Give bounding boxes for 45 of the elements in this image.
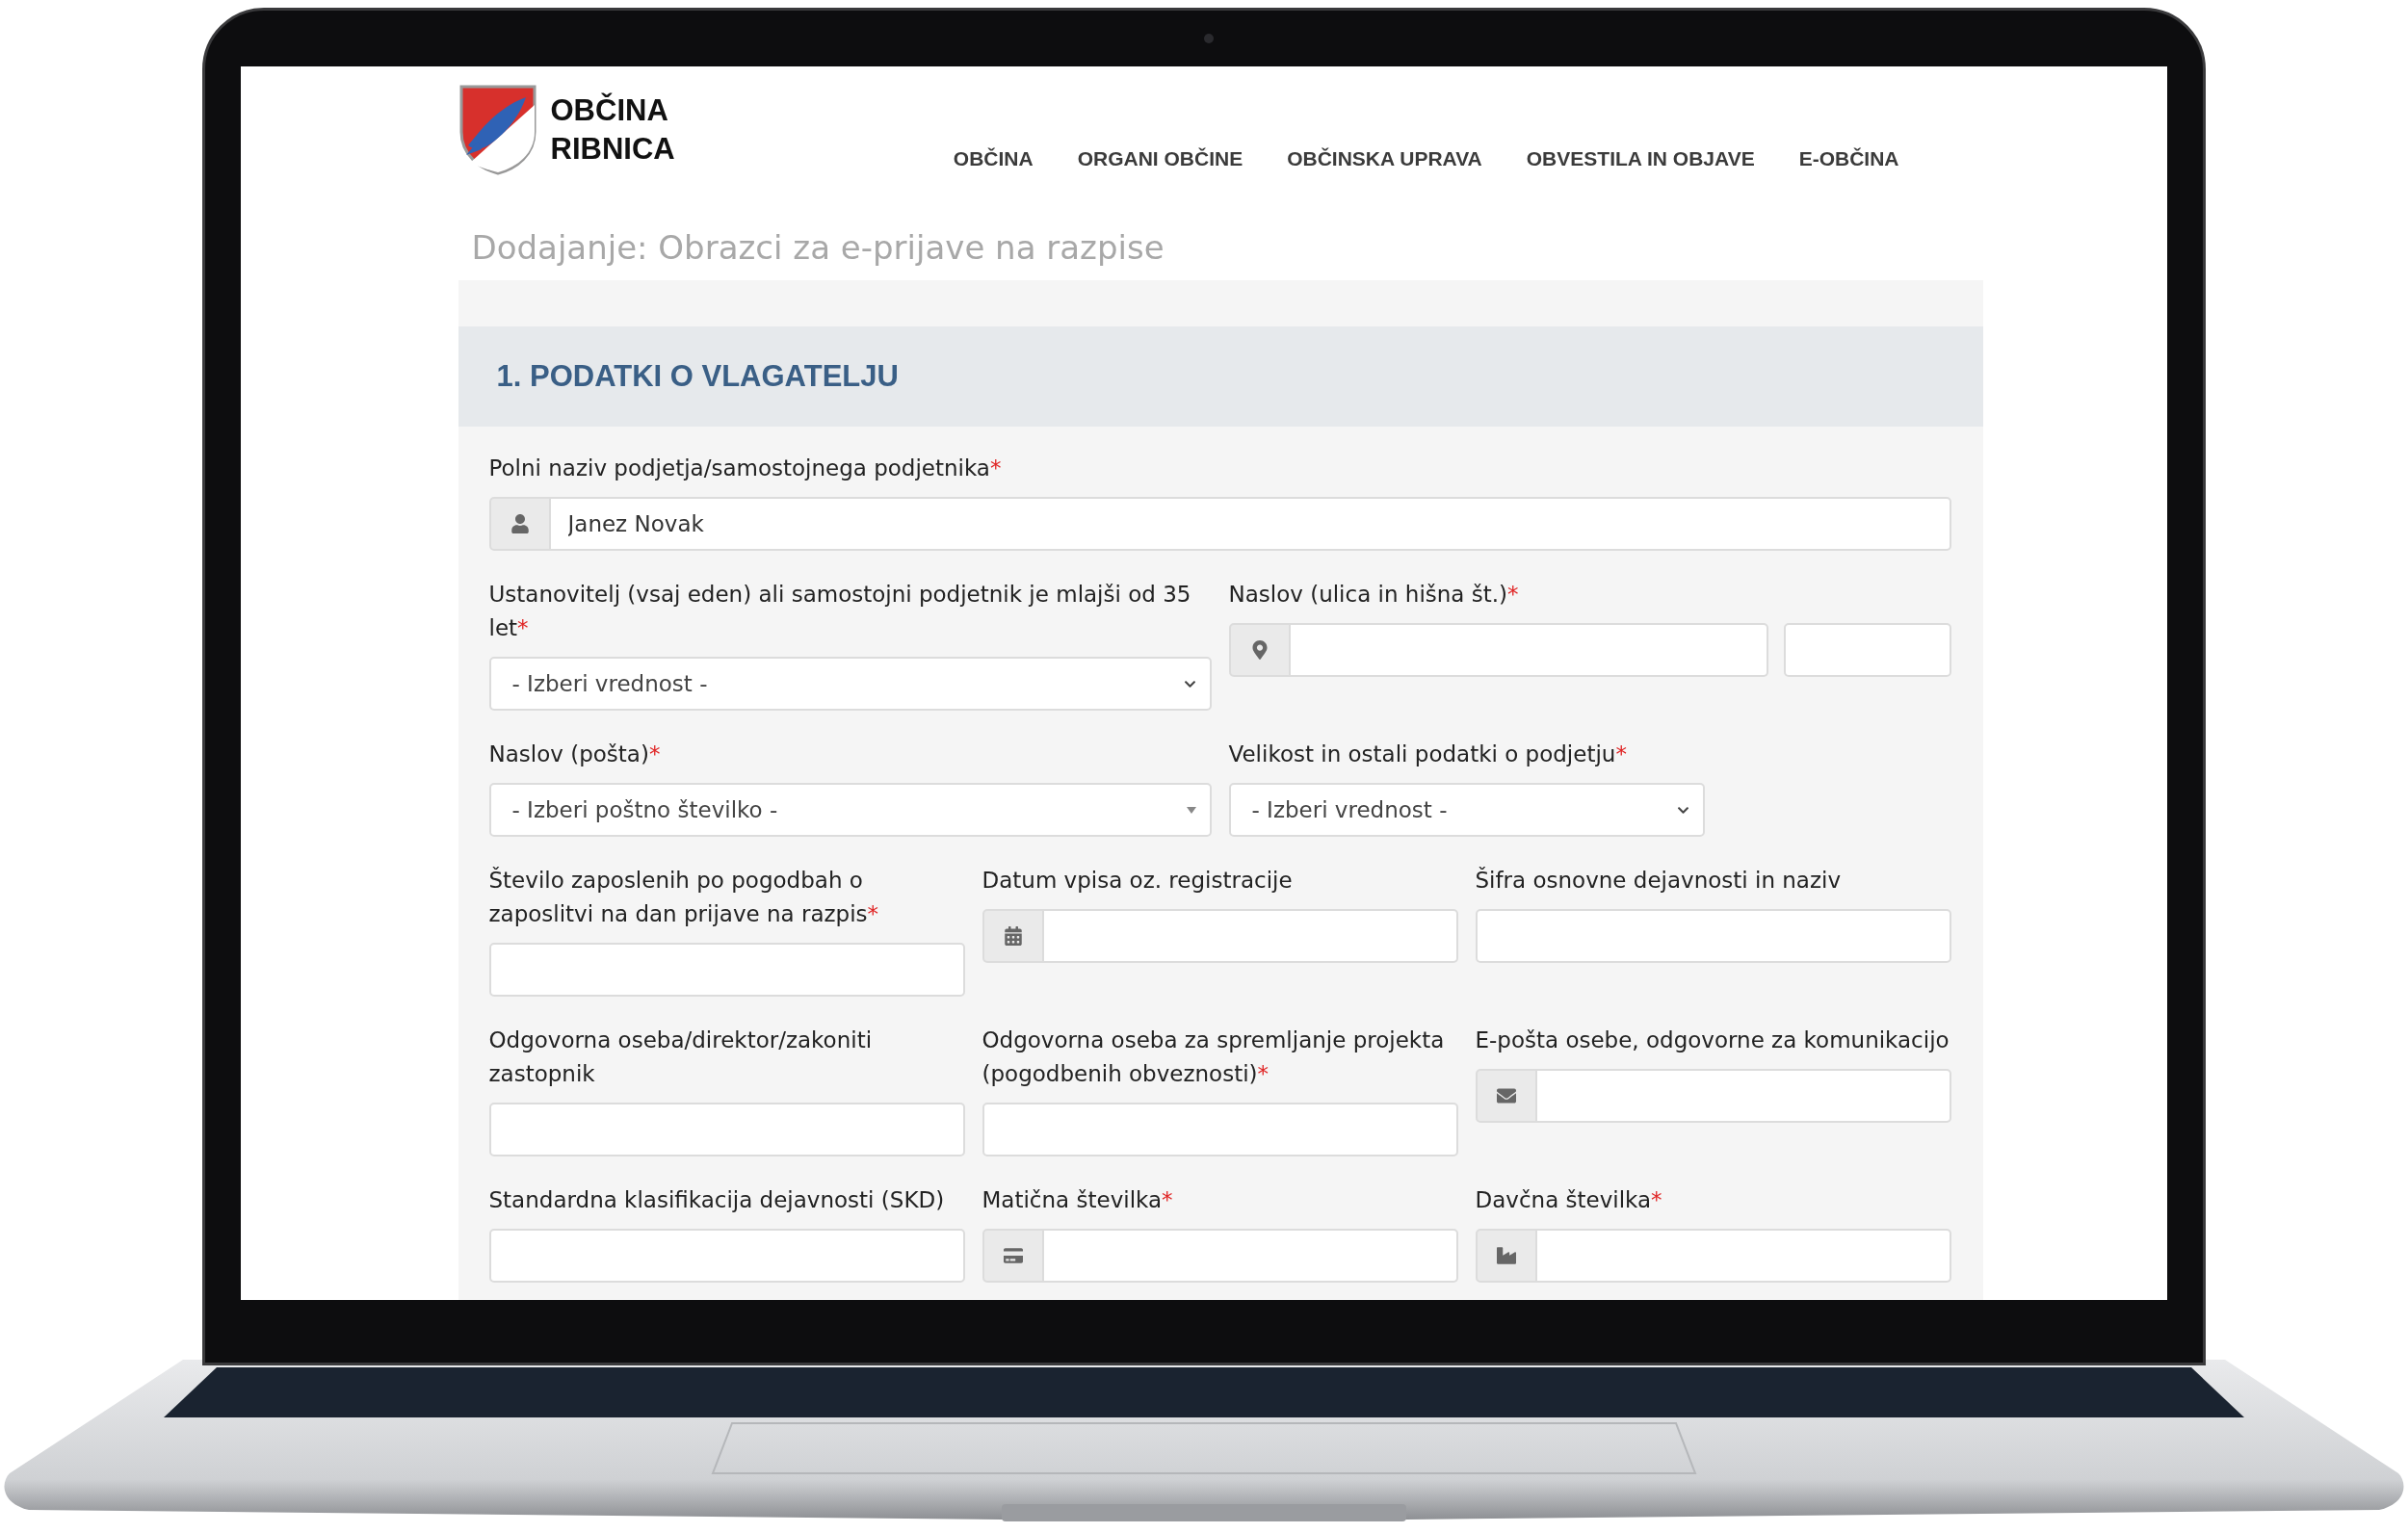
text-input[interactable] [982,1103,1458,1156]
field-label: Matična številka* [982,1186,1174,1214]
field-label: Standardna klasifikacija dejavnosti (SKD) [488,1186,946,1214]
nav-link[interactable]: OBČINSKA UPRAVA [1287,147,1482,170]
field-label: Število zaposlenih po pogodbah o zaposlitvi na dan prijave na razpis* [488,866,880,928]
field-label: Polni naziv podjetja/samostojnega podjetnika* [488,455,1003,482]
field-label: Ustanovitelj (vsaj eden) ali samostojni podjetnik je mlajši od 35 let* [488,581,1192,642]
text-input[interactable] [1290,623,1768,677]
select-field[interactable]: - Izberi vrednost - [488,657,1212,711]
calendar-icon [1003,926,1023,946]
person-icon [510,514,530,533]
field-label: Šifra osnovne dejavnosti in naziv [1475,866,1843,895]
field-label: Odgovorna oseba za spremljanje projekta (pogodbenih obveznosti)* [982,1026,1446,1088]
select-field[interactable]: - Izberi poštno številko - [488,783,1212,837]
field-label: Davčna številka* [1475,1186,1663,1214]
nav-link[interactable]: OBČINA [953,147,1034,170]
nav-link[interactable]: E-OBČINA [1798,147,1899,170]
field-label: Naslov (pošta)* [488,741,662,768]
envelope-icon [1496,1086,1516,1105]
field-label: Odgovorna oseba/direktor/zakoniti zastopnik [488,1026,874,1088]
text-input[interactable] [1783,623,1951,677]
text-input[interactable] [1536,1229,1951,1283]
field-label: Datum vpisa oz. registracije [982,867,1294,895]
logo-text: OBČINA RIBNICA [550,91,675,168]
select-field[interactable]: - Izberi vrednost - [1228,783,1705,837]
nav-link[interactable]: OBVESTILA IN OBJAVE [1526,147,1755,170]
text-input[interactable] [1475,909,1951,963]
map-pin-icon [1249,640,1269,660]
card-icon [1003,1246,1023,1265]
page-title: Dodajanje: Obrazci za e-prijave na razpise [470,227,1165,269]
text-input[interactable] [1536,1069,1951,1123]
text-input[interactable] [488,943,965,997]
nav-link[interactable]: ORGANI OBČINE [1077,147,1243,170]
field-label: E-pošta osebe, odgovorne za komunikacijo [1475,1026,1950,1054]
text-input[interactable] [1043,909,1458,963]
text-input[interactable] [488,1103,965,1156]
text-input[interactable] [1043,1229,1458,1283]
section-title: 1. PODATKI O VLAGATELJU [496,359,899,394]
caret-icon [1186,806,1196,814]
field-label: Naslov (ulica in hišna št.)* [1228,581,1520,609]
text-input[interactable] [488,1229,965,1283]
camera-icon [1204,34,1214,43]
field-label: Velikost in ostali podatki o podjetju* [1228,741,1628,768]
factory-icon [1496,1246,1516,1265]
shield-logo-icon [458,84,537,175]
